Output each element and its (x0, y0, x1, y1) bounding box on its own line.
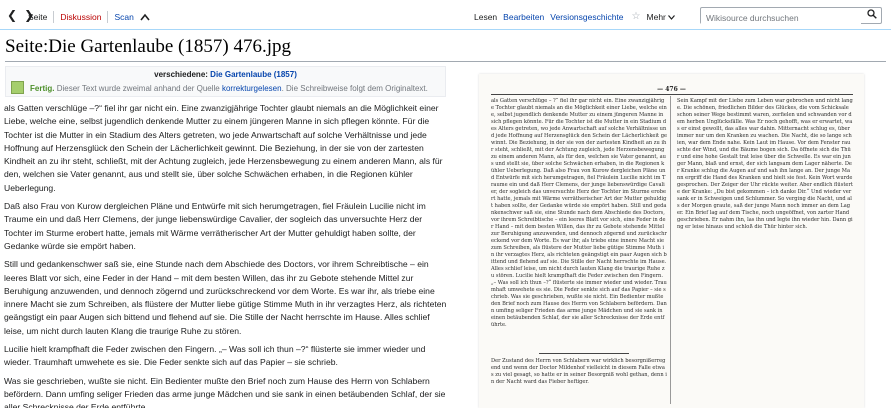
chevron-up-icon[interactable] (140, 13, 150, 21)
scan-panel: — 476 — als Gatten verschlüge – ?“ fiel … (456, 66, 891, 408)
scan-header-rule (491, 94, 853, 95)
title-divider (5, 61, 886, 62)
scan-column-divider (670, 96, 671, 404)
source-prefix: verschiedene: (154, 70, 208, 79)
chevron-down-icon (668, 14, 676, 20)
scan-left-column-lower: Der Zustand des Herrn von Schlabern war … (491, 358, 667, 385)
tab-seite[interactable]: Seite (28, 12, 47, 22)
more-menu-button[interactable]: Mehr (647, 12, 676, 22)
search-box (700, 7, 882, 26)
scan-page-number: — 476 — (657, 86, 686, 93)
namespace-tabs: Seite Diskussion Scan (28, 11, 150, 23)
back-arrow-icon[interactable]: ❮ (7, 8, 17, 22)
tab-versionsgeschichte[interactable]: Versionsgeschichte (550, 12, 623, 22)
watch-star-icon[interactable]: ☆ (632, 11, 641, 22)
view-tabs: Lesen Bearbeiten Versionsgeschichte ☆ Me… (474, 11, 676, 22)
top-navigation-bar: ❮ ❯ Seite Diskussion Scan Lesen Bearbeite… (0, 0, 891, 30)
source-line: verschiedene: Die Gartenlaube (1857) (6, 70, 445, 79)
tab-diskussion[interactable]: Diskussion (60, 12, 101, 22)
transcription-text: als Gatten verschlüge –?“ fiel ihr gar n… (4, 102, 447, 408)
korrekturgelesen-link[interactable]: korrekturgelesen (222, 84, 282, 93)
scan-section-rule (539, 353, 629, 354)
scan-left-column: als Gatten verschlüge – ?“ fiel ihr gar … (491, 98, 667, 328)
tab-lesen[interactable]: Lesen (474, 12, 497, 22)
tab-bearbeiten[interactable]: Bearbeiten (503, 12, 544, 22)
paragraph: Was sie geschrieben, wußte sie nicht. Ei… (4, 375, 446, 408)
scanned-page-image[interactable]: — 476 — als Gatten verschlüge – ?“ fiel … (479, 74, 864, 408)
paragraph: Still und gedankenschwer saß sie, eine S… (4, 259, 447, 336)
search-icon[interactable] (867, 9, 877, 19)
search-input[interactable] (701, 10, 861, 26)
tab-scan[interactable]: Scan (114, 12, 133, 22)
status-text-1: Dieser Text wurde zweimal anhand der Que… (56, 84, 220, 93)
more-menu-label: Mehr (646, 11, 666, 22)
status-fertig-label: Fertig. (30, 84, 55, 93)
paragraph: Lucilie hielt krampfhaft die Feder zwisc… (4, 344, 426, 368)
status-text-2: . Die Schreibweise folgt dem Originaltex… (281, 84, 428, 93)
quality-status-icon (11, 81, 24, 94)
scan-right-column: Sein Kampf mit der Liebe zum Leben war g… (677, 98, 853, 230)
paragraph: als Gatten verschlüge –?“ fiel ihr gar n… (4, 103, 443, 193)
quality-status-text: Fertig. Dieser Text wurde zweimal anhand… (30, 84, 428, 93)
tab-divider (53, 11, 55, 23)
proofread-header-box: verschiedene: Die Gartenlaube (1857) Fer… (5, 66, 446, 97)
source-link[interactable]: Die Gartenlaube (1857) (210, 70, 297, 79)
tab-divider (107, 11, 109, 23)
paragraph: Daß also Frau von Kurow dergleichen Plän… (4, 201, 426, 251)
page-title: Seite:Die Gartenlaube (1857) 476.jpg (5, 36, 291, 57)
